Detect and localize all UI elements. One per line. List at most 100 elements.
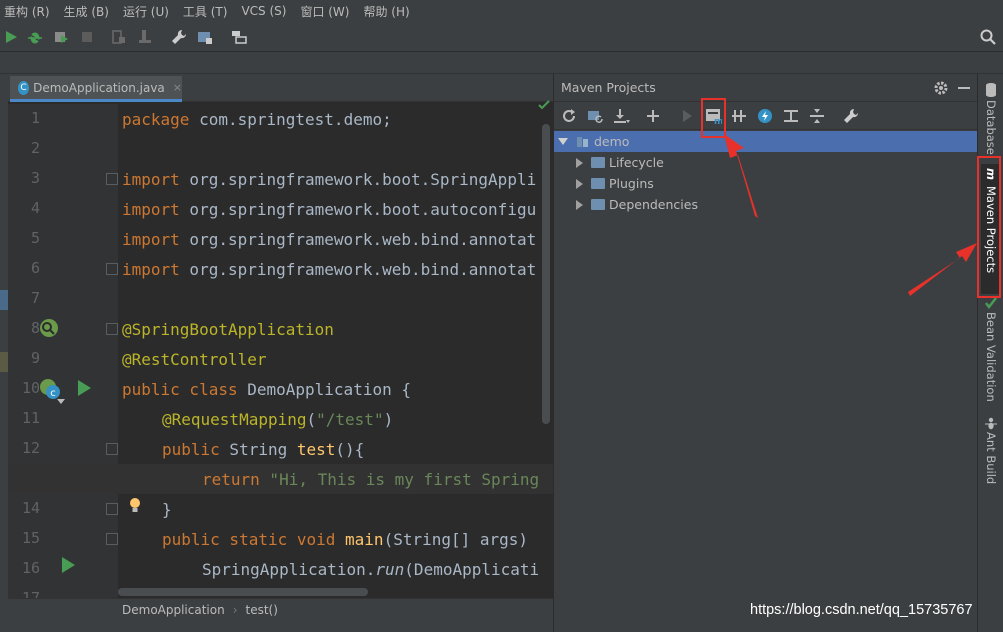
annotation: @SpringBootApplication (122, 319, 334, 339)
string-literal: "/test" (316, 409, 384, 429)
debug-icon[interactable] (26, 28, 44, 46)
tree-item-label: Dependencies (609, 197, 698, 212)
breadcrumb-class[interactable]: DemoApplication (122, 603, 225, 617)
tab-database[interactable]: Database (981, 100, 1001, 155)
line-number: 9 (30, 349, 40, 367)
code-text: (){ (335, 439, 365, 459)
keyword: public static void (162, 529, 336, 549)
fold-marker[interactable] (106, 323, 118, 335)
download-icon[interactable] (612, 107, 630, 125)
line-number: 7 (30, 289, 40, 307)
add-icon[interactable] (644, 107, 662, 125)
fold-marker[interactable] (106, 443, 118, 455)
fold-marker[interactable] (106, 173, 118, 185)
stop-icon[interactable] (78, 28, 96, 46)
code-text: (DemoApplicati (404, 559, 540, 579)
editor-tab-bar: C DemoApplication.java × (8, 74, 553, 102)
wrench-icon[interactable] (842, 107, 860, 125)
breadcrumb-method[interactable]: test() (246, 603, 278, 617)
highlight-box (701, 98, 726, 138)
run-maven-build-icon[interactable] (678, 107, 696, 125)
code-text: org.springframework.boot.SpringAppli (179, 169, 537, 189)
method-name: test (296, 439, 336, 459)
fold-marker[interactable] (106, 533, 118, 545)
tree-item-dependencies[interactable]: Dependencies (576, 194, 698, 215)
chevron-down-icon[interactable] (558, 138, 568, 145)
tree-item-plugins[interactable]: Plugins (576, 173, 654, 194)
code-line: public class DemoApplication { (122, 374, 411, 404)
update-icon[interactable] (136, 28, 154, 46)
code-line: @SpringBootApplication (122, 314, 334, 344)
watermark: https://blog.csdn.net/qq_15735767 (750, 602, 973, 618)
annotation: @RestController (122, 349, 267, 369)
gear-icon[interactable] (933, 80, 949, 96)
project-settings-icon[interactable] (196, 28, 214, 46)
chevron-right-icon[interactable] (576, 178, 583, 189)
highlight-box (977, 156, 1001, 298)
minimize-icon[interactable] (958, 87, 970, 89)
code-area[interactable]: package com.springtest.demo; import org.… (118, 104, 553, 598)
line-number: 4 (30, 199, 40, 217)
toggle-offline-icon[interactable] (730, 107, 748, 125)
search-icon[interactable] (979, 28, 997, 46)
menu-help[interactable]: 帮助 (H) (363, 3, 409, 20)
sdk-icon[interactable] (230, 28, 248, 46)
run-main-icon[interactable] (60, 556, 76, 574)
run-class-icon[interactable] (76, 379, 92, 397)
menu-build[interactable]: 生成 (B) (64, 3, 109, 20)
show-dependencies-icon[interactable] (782, 107, 800, 125)
project-structure-icon[interactable] (110, 28, 128, 46)
dependencies-folder-icon (591, 199, 605, 210)
line-number: 15 (21, 529, 40, 547)
code-line: @RestController (122, 344, 267, 374)
code-line: SpringApplication. run (DemoApplicati (202, 554, 539, 584)
chevron-right-icon[interactable] (576, 199, 583, 210)
menu-run[interactable]: 运行 (U) (123, 3, 169, 20)
database-icon (986, 83, 996, 97)
tab-ant-build[interactable]: Ant Build (981, 432, 1001, 492)
close-icon[interactable]: × (173, 81, 182, 94)
tool-window-marker[interactable] (0, 290, 8, 310)
tool-window-marker[interactable] (0, 352, 8, 372)
tree-item-label: demo (594, 134, 630, 149)
fold-marker[interactable] (106, 503, 118, 515)
menu-window[interactable]: 窗口 (W) (300, 3, 349, 20)
fold-marker[interactable] (106, 263, 118, 275)
menu-tools[interactable]: 工具 (T) (183, 3, 228, 20)
code-text: SpringApplication. (202, 559, 376, 579)
plugins-folder-icon (591, 178, 605, 189)
collapse-all-icon[interactable] (808, 107, 826, 125)
reimport-icon[interactable] (560, 107, 578, 125)
horizontal-scrollbar[interactable] (118, 588, 368, 596)
line-number: 3 (30, 169, 40, 187)
tree-item-lifecycle[interactable]: Lifecycle (576, 152, 664, 173)
line-number: 8 (30, 319, 40, 337)
skip-tests-icon[interactable] (756, 107, 774, 125)
code-line: return "Hi, This is my first Spring (202, 464, 539, 494)
code-text: String (219, 439, 297, 459)
vertical-scrollbar[interactable] (542, 124, 550, 424)
main-toolbar (0, 22, 1003, 52)
code-line: import org.springframework.web.bind.anno… (122, 254, 536, 284)
breadcrumb-separator: › (232, 602, 238, 617)
run-coverage-icon[interactable] (52, 28, 70, 46)
breadcrumb: DemoApplication › test() (8, 598, 553, 620)
spring-controller-icon[interactable]: c (38, 377, 66, 405)
tab-label: DemoApplication.java (33, 80, 165, 95)
line-number: 10 (21, 379, 40, 397)
generate-sources-icon[interactable] (586, 107, 604, 125)
wrench-icon[interactable] (170, 28, 188, 46)
menu-bar: 重构 (R) 生成 (B) 运行 (U) 工具 (T) VCS (S) 窗口 (… (0, 0, 1003, 22)
string-literal: "Hi, This is my first Spring (259, 469, 540, 489)
chevron-right-icon[interactable] (576, 157, 583, 168)
tab-demo-application[interactable]: C DemoApplication.java × (10, 76, 182, 102)
code-text: com.springtest.demo; (189, 109, 392, 129)
tree-item-demo[interactable]: demo (554, 131, 978, 152)
maven-projects-panel: Maven Projects m demo Lifecycle Plugins (553, 74, 978, 632)
menu-vcs[interactable]: VCS (S) (241, 4, 286, 18)
spring-bean-icon[interactable] (38, 317, 60, 339)
menu-refactor[interactable]: 重构 (R) (4, 3, 50, 20)
run-icon[interactable] (2, 28, 20, 46)
tab-bean-validation[interactable]: Bean Validation (981, 312, 1001, 402)
keyword: return (202, 469, 260, 489)
